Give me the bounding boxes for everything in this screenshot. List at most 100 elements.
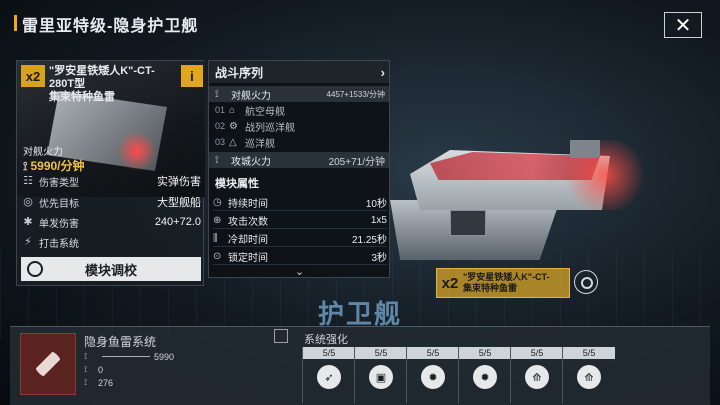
reinforce-slot[interactable]: 5/5 ▣ bbox=[354, 347, 407, 403]
module-upgrade-button[interactable]: 模块调校 bbox=[21, 257, 201, 281]
stat-label: 优先目标 bbox=[39, 198, 79, 210]
system-stat-siege: ⟟ 0 bbox=[84, 364, 103, 375]
strike-system-icon: ⚡ bbox=[24, 236, 32, 248]
damage-type-icon: ☷ bbox=[23, 175, 33, 187]
tag-name-line2: 集束特种鱼雷 bbox=[463, 283, 518, 293]
antiship-value: 4457+1533/分钟 bbox=[326, 89, 386, 99]
attr-label: 持续时间 bbox=[228, 199, 268, 210]
battlecruiser-icon: ⚙ bbox=[229, 120, 238, 132]
reinforce-slot[interactable]: 5/5 ✹ bbox=[406, 347, 459, 403]
attack-icon: ⊕ bbox=[213, 215, 222, 226]
siege-icon: ⟟ bbox=[215, 154, 219, 166]
target-label: 巡洋舰 bbox=[245, 138, 275, 150]
attr-value: 1x5 bbox=[370, 215, 387, 226]
clock-icon: ◷ bbox=[213, 197, 222, 208]
chevron-down-icon[interactable]: ⌄ bbox=[295, 265, 304, 277]
system-stat-value: 0 bbox=[98, 364, 104, 375]
target-num: 02 bbox=[215, 121, 226, 131]
title-accent bbox=[14, 15, 17, 31]
aa-icon: ⟟ bbox=[84, 377, 88, 387]
reinforce-slot[interactable]: 5/5 ➶ bbox=[302, 347, 355, 403]
module-tag[interactable]: x2 "罗安星铁矮人K"-CT- 集束特种鱼雷 bbox=[436, 268, 570, 298]
attr-label: 攻击次数 bbox=[228, 217, 268, 228]
target-icon: ◎ bbox=[23, 196, 33, 208]
siege-value: 205+71/分钟 bbox=[328, 156, 385, 168]
reinforce-slot[interactable]: 5/5 ✹ bbox=[458, 347, 511, 403]
firepower-icon: ⟟ bbox=[215, 88, 219, 100]
system-name: 隐身鱼雷系统 bbox=[84, 335, 157, 349]
target-row: 03 △ 巡洋舰 bbox=[209, 134, 389, 150]
stat-value: 大型舰船 bbox=[157, 197, 201, 209]
reinforce-icon bbox=[274, 329, 288, 343]
attr-attack-count: ⊕ 攻击次数 1x5 bbox=[213, 213, 387, 229]
system-stat-firepower: ⟟ 5990 bbox=[84, 351, 174, 362]
close-icon[interactable]: ✕ bbox=[675, 13, 692, 38]
slot-level: 5/5 bbox=[511, 347, 563, 359]
siege-firepower-row: ⟟ 攻城火力 205+71/分钟 bbox=[209, 152, 389, 168]
module-attributes-title: 模块属性 bbox=[215, 178, 259, 190]
tag-name: "罗安星铁矮人K"-CT- 集束特种鱼雷 bbox=[463, 272, 550, 294]
torpedo-icon: ⟰ bbox=[577, 365, 601, 389]
target-num: 03 bbox=[215, 137, 226, 147]
cruiser-icon: △ bbox=[229, 136, 237, 148]
firepower-icon: ⟟ bbox=[84, 351, 88, 361]
carrier-icon: ⌂ bbox=[229, 104, 236, 116]
cooldown-icon: ⫼ bbox=[213, 233, 218, 244]
attr-value: 3秒 bbox=[371, 253, 387, 264]
slot-level: 5/5 bbox=[459, 347, 511, 359]
system-panel: 隐身鱼雷系统 ⟟ 5990 ⟟ 0 ⟟ 276 系统强化 5/5 ➶ 5/5 ▣ 5/5 ✹… bbox=[10, 326, 710, 405]
slot-level: 5/5 bbox=[407, 347, 459, 359]
ship-model bbox=[380, 120, 650, 280]
slot-level: 5/5 bbox=[355, 347, 407, 359]
attr-lock-time: ⊙ 锁定时间 3秒 bbox=[213, 249, 387, 265]
close-button[interactable]: ✕ bbox=[664, 12, 702, 38]
gear-icon bbox=[27, 261, 43, 277]
module-name: "罗安星铁矮人K"-CT-280T型 集束特种鱼雷 bbox=[49, 65, 179, 104]
target-label: 航空母舰 bbox=[245, 106, 285, 118]
attr-label: 锁定时间 bbox=[228, 253, 268, 264]
module-name-line1: "罗安星铁矮人K"-CT-280T型 bbox=[49, 65, 155, 90]
stat-damage-type: ☷ 伤害类型 实弹伤害 bbox=[17, 171, 205, 191]
reinforce-title: 系统强化 bbox=[304, 334, 348, 346]
tag-name-line1: "罗安星铁矮人K"-CT- bbox=[463, 272, 550, 282]
torpedo-system-icon[interactable] bbox=[20, 333, 76, 395]
attr-cooldown: ⫼ 冷却时间 21.25秒 bbox=[213, 231, 387, 247]
missile-icon: ➶ bbox=[317, 365, 341, 389]
system-stat-aa: ⟟ 276 bbox=[84, 377, 113, 388]
target-num: 01 bbox=[215, 105, 226, 115]
chip-icon: ▣ bbox=[369, 365, 393, 389]
attr-duration: ◷ 持续时间 10秒 bbox=[213, 195, 387, 211]
combat-sequence-title: 战斗序列 bbox=[215, 65, 264, 80]
attr-value: 21.25秒 bbox=[351, 235, 387, 246]
reinforce-slot[interactable]: 5/5 ⟰ bbox=[562, 347, 615, 403]
system-stat-value: 5990 bbox=[154, 351, 175, 362]
slot-level: 5/5 bbox=[563, 347, 615, 359]
tag-count: x2 bbox=[441, 274, 459, 292]
single-damage-icon: ✱ bbox=[23, 216, 33, 228]
module-tune-icon[interactable] bbox=[574, 270, 598, 294]
siege-label: 攻城火力 bbox=[231, 156, 271, 168]
torpedo-icon: ⟰ bbox=[525, 365, 549, 389]
stat-strike-system: ⚡ 打击系统 bbox=[17, 232, 205, 252]
stat-label: 单发伤害 bbox=[39, 218, 79, 230]
siege-icon: ⟟ bbox=[84, 364, 88, 374]
chevron-right-icon[interactable]: › bbox=[381, 65, 385, 80]
page-title: 雷里亚特级-隐身护卫舰 bbox=[22, 18, 199, 35]
system-stat-value: 276 bbox=[98, 377, 114, 388]
explosion-icon: ✹ bbox=[421, 365, 445, 389]
count-badge: x2 bbox=[21, 65, 45, 87]
stat-label: 伤害类型 bbox=[39, 177, 79, 189]
module-upgrade-label: 模块调校 bbox=[84, 262, 137, 278]
antiship-label: 对舰火力 bbox=[231, 90, 271, 102]
stat-single-damage: ✱ 单发伤害 240+72.0 bbox=[17, 212, 205, 232]
combat-sequence-header[interactable]: 战斗序列 › bbox=[209, 61, 389, 83]
stat-value: 240+72.0 bbox=[154, 216, 201, 228]
antiship-firepower-row: ⟟ 对舰火力 4457+1533/分钟 bbox=[209, 86, 389, 102]
firepower-label: 对舰火力 bbox=[23, 147, 63, 158]
slot-level: 5/5 bbox=[303, 347, 355, 359]
attr-value: 10秒 bbox=[365, 199, 387, 210]
target-row: 01 ⌂ 航空母舰 bbox=[209, 102, 389, 118]
reinforce-slot[interactable]: 5/5 ⟰ bbox=[510, 347, 563, 403]
info-button[interactable]: i bbox=[181, 65, 203, 87]
module-name-line2: 集束特种鱼雷 bbox=[49, 91, 115, 103]
